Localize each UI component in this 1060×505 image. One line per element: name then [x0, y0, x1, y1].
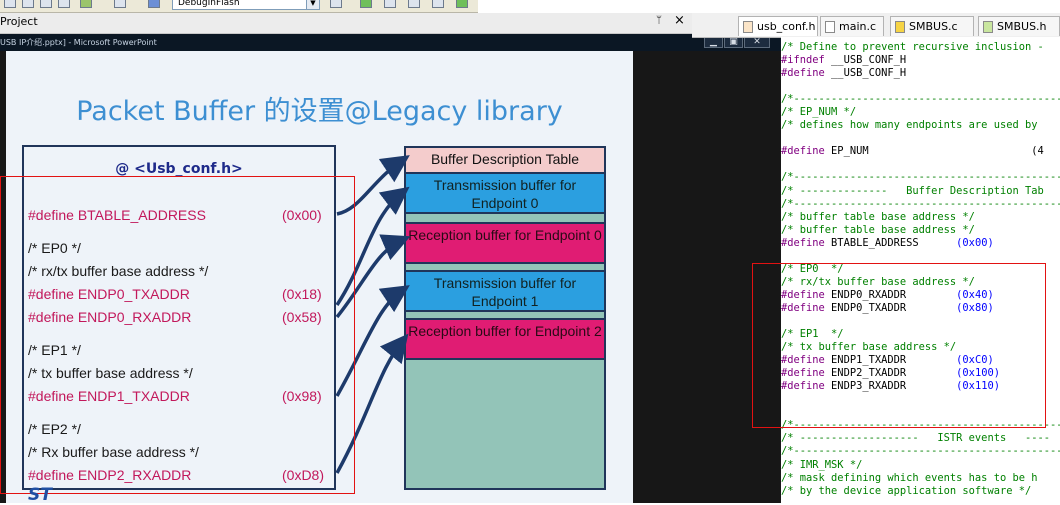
code-token: #define	[781, 236, 825, 249]
code-line: /*--------------------------------------…	[781, 445, 1060, 458]
packet-buffer-stack: Buffer Description Table Transmission buf…	[404, 146, 606, 490]
buffer-gap	[406, 312, 604, 320]
code-token: /* buffer table base address */	[781, 223, 975, 236]
slide-title: Packet Buffer 的设置@Legacy library	[76, 96, 563, 127]
code-line: /*--------------------------------------…	[781, 198, 1060, 211]
build-icon[interactable]	[80, 0, 92, 8]
code-token: /*--------------------------------------…	[781, 93, 1060, 106]
code-token: /* EP_NUM */	[781, 106, 857, 119]
editor-tab[interactable]: SMBUS.h	[978, 16, 1060, 36]
code-line: /* by the device application software */	[781, 485, 1060, 498]
code-line: #define EP_NUM (4	[781, 145, 1060, 158]
code-token: __USB_CONF_H	[824, 54, 907, 67]
manage-icon[interactable]	[360, 0, 372, 8]
buffer-block: Transmission buffer for Endpoint 0	[406, 174, 604, 214]
buffer-block: Transmission buffer for Endpoint 1	[406, 272, 604, 312]
code-line: /* defines how many endpoints are used b…	[781, 119, 1060, 132]
download-icon[interactable]	[114, 0, 126, 8]
highlight-box-editor	[752, 263, 1046, 428]
ide-toolbar: DebugInFlash ▼	[0, 0, 478, 13]
code-token: /* by the device application software */	[781, 484, 1032, 497]
editor-tab-label: main.c	[839, 20, 877, 33]
magic-wand-icon[interactable]	[330, 0, 342, 8]
highlight-box-slide	[0, 176, 355, 494]
file-icon	[983, 21, 993, 33]
code-token: /* ------------------- ISTR events ----	[781, 432, 1050, 445]
buffer-gap	[406, 214, 604, 224]
code-token: /* defines how many endpoints are used b…	[781, 119, 1038, 132]
defines-header: @ <Usb_conf.h>	[115, 161, 243, 177]
code-line: /* -------------- Buffer Description Tab	[781, 185, 1060, 198]
code-line: #define __USB_CONF_H	[781, 67, 1060, 80]
slide: Packet Buffer 的设置@Legacy library @ <Usb_…	[0, 51, 633, 505]
pin-icon[interactable]: ᛘ	[656, 15, 662, 26]
editor-tabs: usb_conf.h main.c SMBUS.c SMBUS.h	[692, 13, 1060, 38]
powerpoint-titlebar: USB IP介绍.pptx] - Microsoft PowerPoint ▁ …	[0, 34, 781, 51]
check-icon[interactable]	[456, 0, 468, 8]
editor-tab[interactable]: usb_conf.h	[738, 16, 818, 36]
code-token: /* mask defining which events has to be …	[781, 471, 1038, 484]
edit-icon[interactable]	[4, 0, 16, 8]
project-pane-title: Project	[0, 15, 38, 28]
editor-tab-label: usb_conf.h	[757, 20, 816, 33]
code-line: #ifndef __USB_CONF_H	[781, 54, 1060, 67]
editor-tab[interactable]: SMBUS.c	[890, 16, 974, 36]
file-icon	[895, 21, 905, 33]
code-line: /* buffer table base address */	[781, 224, 1060, 237]
code-token: /*--------------------------------------…	[781, 197, 1060, 210]
code-line: #define BTABLE_ADDRESS (0x00)	[781, 237, 1060, 250]
code-line: /* mask defining which events has to be …	[781, 472, 1060, 485]
buffer-block: Reception buffer for Endpoint 2	[406, 320, 604, 360]
code-token: #define	[781, 145, 825, 158]
build-target-value: DebugInFlash	[178, 0, 240, 8]
powerpoint-window-title: USB IP介绍.pptx] - Microsoft PowerPoint	[0, 38, 157, 47]
code-token: /*--------------------------------------…	[781, 171, 1060, 184]
file-icon	[825, 21, 835, 33]
project-pane-header: Project ᛘ ×	[0, 13, 692, 34]
diamond-icon[interactable]	[408, 0, 420, 8]
code-token: __USB_CONF_H	[824, 67, 907, 80]
code-line: /* ------------------- ISTR events ----	[781, 432, 1060, 445]
arrange-icon[interactable]	[432, 0, 444, 8]
code-token: /*--------------------------------------…	[781, 445, 1060, 458]
code-line: /* IMR_MSK */	[781, 459, 1060, 472]
buffer-block: Buffer Description Table	[406, 148, 604, 174]
editor-tab-label: SMBUS.h	[997, 20, 1047, 33]
code-token: /* Define to prevent recursive inclusion…	[781, 41, 1044, 53]
code-line: /* buffer table base address */	[781, 211, 1060, 224]
build-target-select[interactable]: DebugInFlash ▼	[172, 0, 320, 10]
file-icon	[743, 21, 753, 33]
code-line: /*--------------------------------------…	[781, 171, 1060, 184]
editor-tab-label: SMBUS.c	[909, 20, 958, 33]
editor-tab[interactable]: main.c	[820, 16, 884, 36]
code-line: /* EP_NUM */	[781, 106, 1060, 119]
code-line: /*--------------------------------------…	[781, 93, 1060, 106]
buffer-gap	[406, 264, 604, 272]
close-pane-icon[interactable]: ×	[674, 13, 685, 28]
code-token: BTABLE_ADDRESS	[824, 236, 957, 249]
copy-icon[interactable]	[384, 0, 396, 8]
code-token: (0x00)	[956, 236, 994, 249]
list-icon[interactable]	[58, 0, 70, 8]
code-token: /* buffer table base address */	[781, 210, 975, 223]
st-logo: ST	[28, 485, 52, 505]
target-options-icon[interactable]	[148, 0, 160, 8]
code-token: /* IMR_MSK */	[781, 458, 863, 471]
code-line: /* Define to prevent recursive inclusion…	[781, 41, 1060, 54]
code-token: EP_NUM (4	[824, 145, 1044, 158]
chevron-down-icon[interactable]: ▼	[306, 0, 319, 9]
code-token: #define	[781, 67, 825, 80]
code-token: #ifndef	[781, 54, 825, 67]
window-icon[interactable]	[22, 0, 34, 8]
grid-icon[interactable]	[40, 0, 52, 8]
code-token: /* -------------- Buffer Description Tab	[781, 184, 1044, 197]
buffer-block: Reception buffer for Endpoint 0	[406, 224, 604, 264]
